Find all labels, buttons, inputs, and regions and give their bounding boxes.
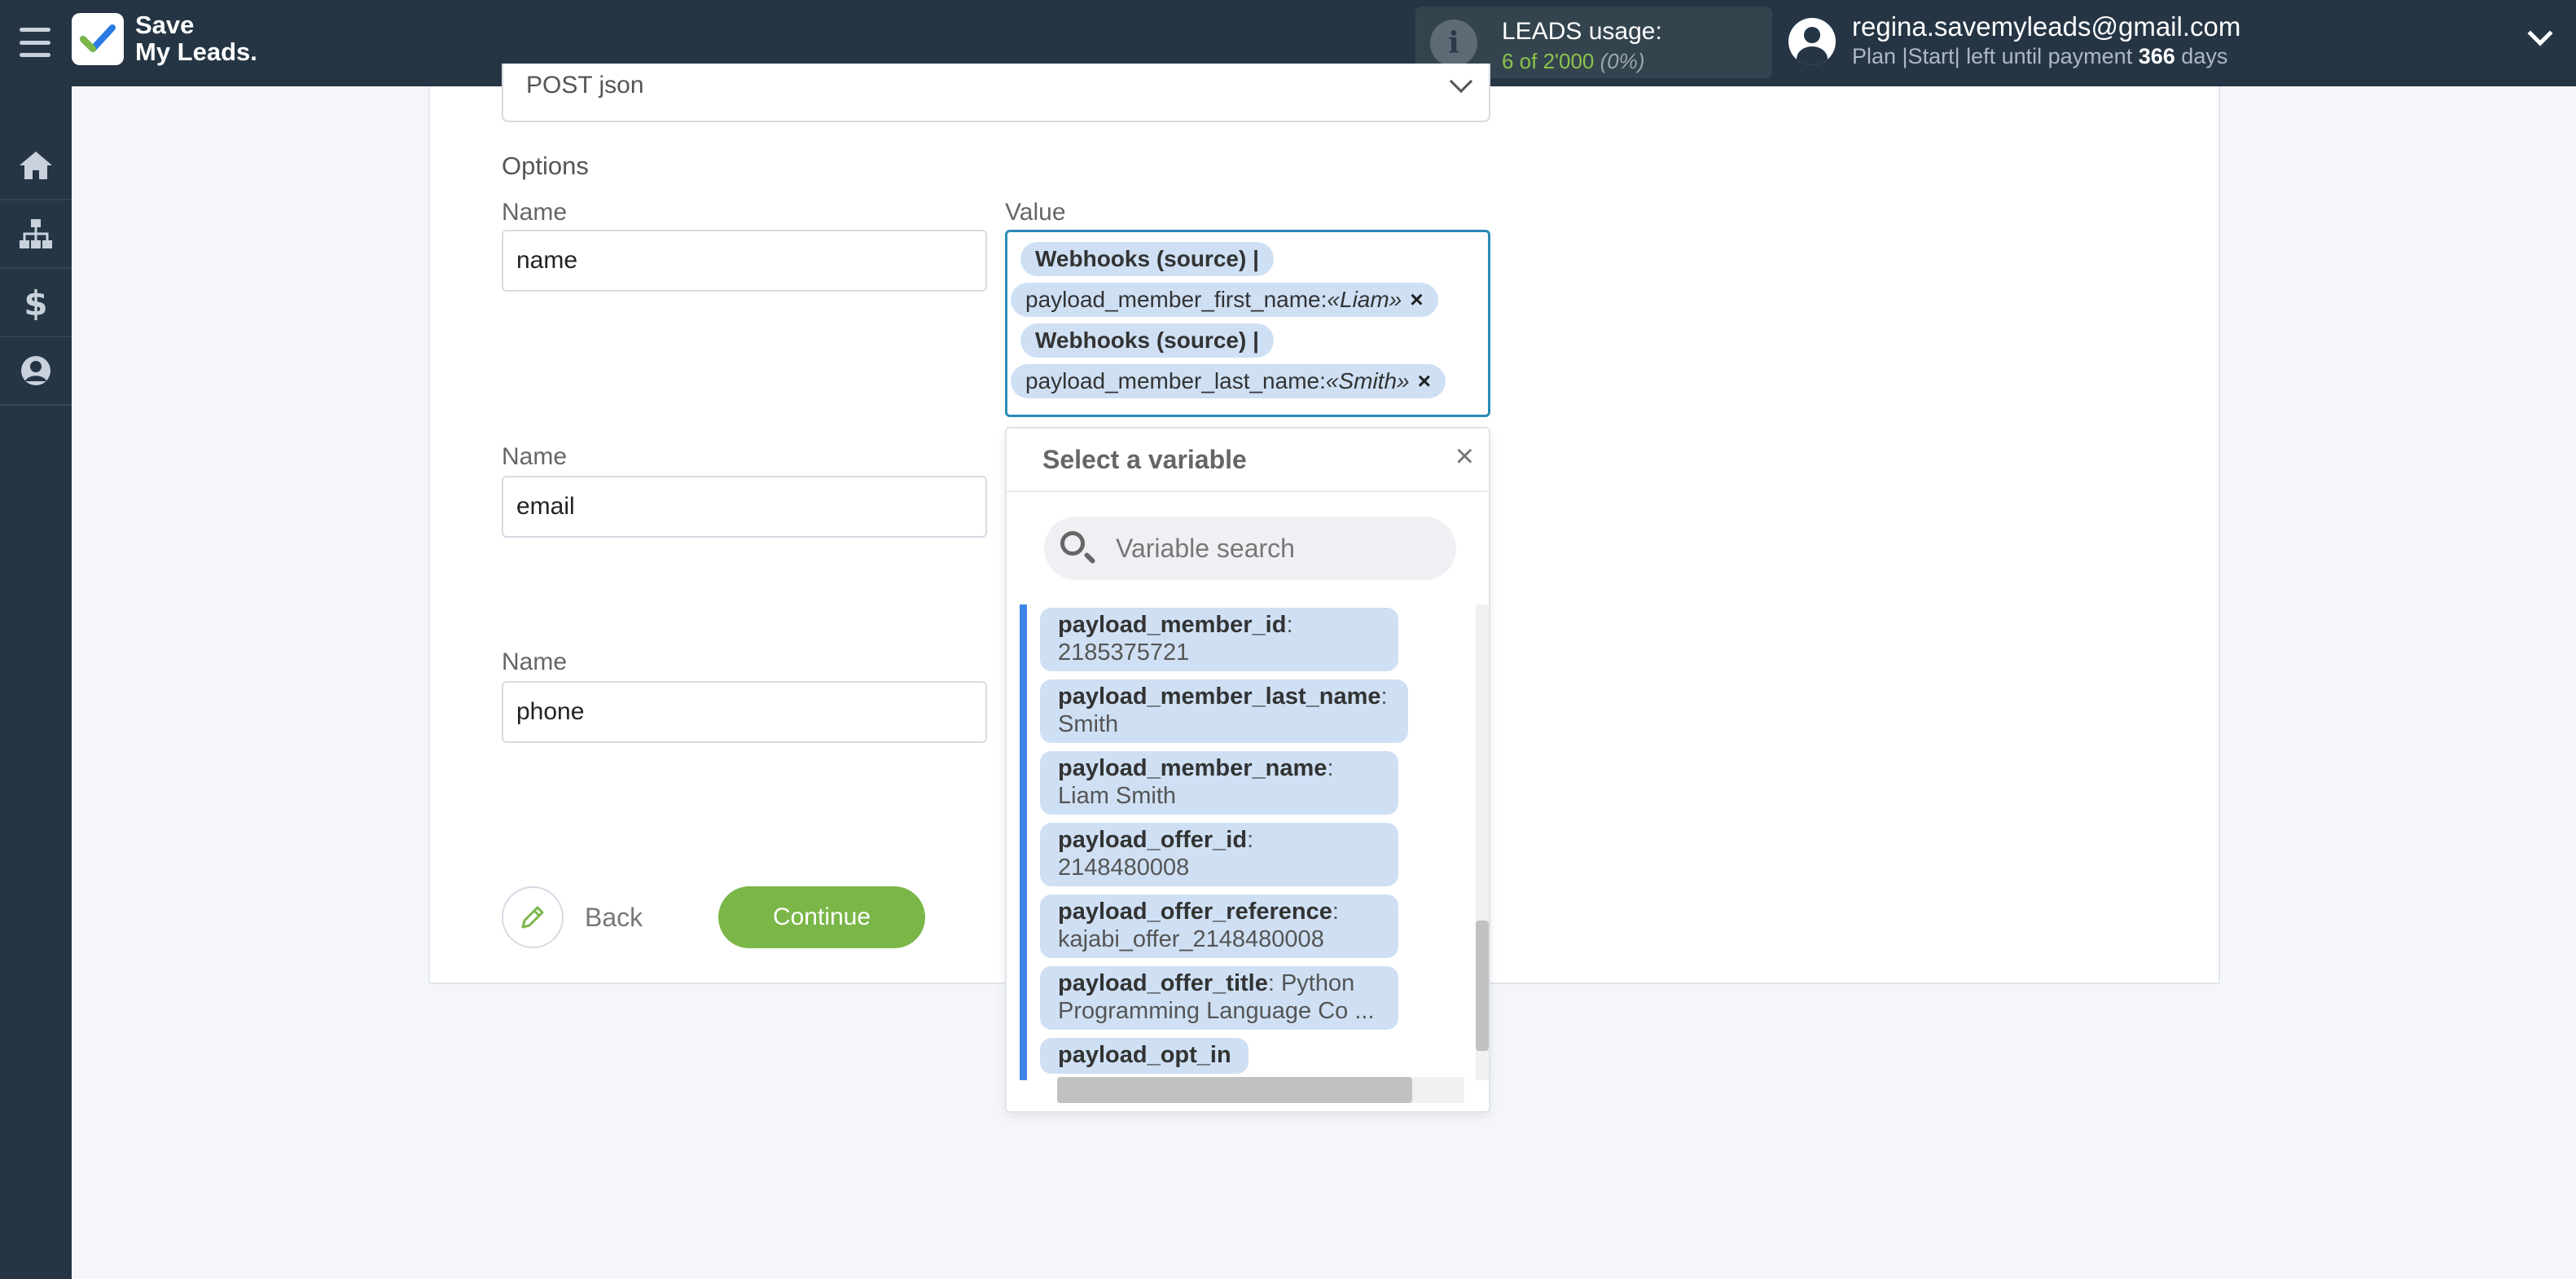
sidebar-item-home[interactable] [0, 132, 72, 200]
tag-source-label: Webhooks (source) | [1035, 327, 1259, 353]
sidebar-item-profile[interactable] [0, 337, 72, 406]
option-name-input[interactable] [502, 230, 987, 292]
variable-search [1044, 516, 1456, 580]
remove-tag-close-icon[interactable]: × [1410, 287, 1423, 313]
dropdown-title: Select a variable [1042, 445, 1247, 474]
value-label: Value [1005, 199, 1066, 226]
user-plan: Plan |Start| left until payment 366 days [1852, 44, 2227, 69]
tag-sample: «Liam» [1327, 287, 1402, 312]
continue-button[interactable]: Continue [718, 886, 925, 948]
options-title: Options [502, 152, 589, 180]
plan-days: 366 [2138, 44, 2175, 68]
svg-text:$: $ [24, 284, 47, 320]
sidebar-item-billing[interactable]: $ [0, 269, 72, 337]
variable-item[interactable]: payload_offer_id: 2148480008 [1040, 823, 1398, 886]
pencil-icon [502, 886, 564, 948]
usage-value: 6 of 2'000 (0%) [1502, 49, 1645, 74]
horizontal-scrollbar-thumb[interactable] [1057, 1077, 1412, 1103]
option-name-input[interactable] [502, 681, 987, 743]
back-button[interactable]: Back [502, 886, 643, 948]
tag-field-name: payload_member_first_name: [1025, 287, 1327, 312]
tag-sample: «Smith» [1325, 368, 1410, 393]
usage-title: LEADS usage: [1502, 18, 1662, 45]
brand-line-2: My Leads. [135, 37, 257, 66]
hamburger-menu-icon[interactable] [20, 28, 50, 57]
dropdown-close-icon[interactable]: × [1455, 440, 1474, 472]
option-value-field[interactable]: Webhooks (source) | payload_member_first… [1005, 230, 1490, 417]
plan-suffix: days [2181, 44, 2228, 68]
sitemap-icon [20, 219, 52, 248]
home-icon [20, 152, 52, 179]
vertical-scrollbar-thumb[interactable] [1476, 921, 1489, 1051]
value-tag-field: payload_member_last_name: «Smith» × [1011, 364, 1446, 398]
variable-item[interactable]: payload_opt_in [1040, 1038, 1249, 1074]
select-variable-dropdown: Select a variable × payload_member_id:21… [1005, 427, 1490, 1113]
tag-source-label: Webhooks (source) | [1035, 246, 1259, 271]
option-name-input[interactable] [502, 476, 987, 538]
sidebar-item-connections[interactable] [0, 200, 72, 269]
request-method-select[interactable]: POST json [502, 64, 1490, 122]
logo-icon[interactable] [72, 13, 124, 65]
variable-item[interactable]: payload_offer_reference: kajabi_offer_214… [1040, 894, 1398, 958]
value-tag-source: Webhooks (source) | [1020, 323, 1274, 358]
value-tag-source: Webhooks (source) | [1020, 242, 1274, 276]
variable-item[interactable]: payload_offer_title: Python Programming L… [1040, 966, 1398, 1030]
account-menu-chevron-down-icon[interactable] [2527, 20, 2553, 46]
name-label: Name [502, 648, 568, 675]
usage-percent: (0%) [1600, 49, 1645, 73]
plan-prefix: Plan |Start| left until payment [1852, 44, 2133, 68]
variable-search-input[interactable] [1116, 528, 1442, 569]
divider [1007, 490, 1489, 492]
info-icon[interactable]: i [1430, 20, 1477, 67]
user-icon [21, 356, 50, 385]
tag-field-name: payload_member_last_name: [1025, 368, 1326, 393]
variable-item[interactable]: payload_member_last_name: Smith [1040, 679, 1408, 743]
user-avatar-icon[interactable] [1788, 18, 1836, 65]
request-method-value: POST json [526, 72, 644, 99]
brand-name: Save My Leads. [135, 11, 257, 65]
usage-count: 6 of 2'000 [1502, 49, 1595, 73]
sidebar: $ [0, 86, 72, 1279]
variable-item[interactable]: payload_member_name: Liam Smith [1040, 751, 1398, 815]
back-label: Back [585, 902, 643, 932]
name-label: Name [502, 199, 568, 226]
name-label: Name [502, 443, 568, 470]
search-icon [1060, 531, 1085, 556]
value-tag-field: payload_member_first_name: «Liam» × [1011, 283, 1438, 317]
brand-line-1: Save [135, 11, 195, 39]
user-email[interactable]: regina.savemyleads@gmail.com [1852, 11, 2240, 42]
chevron-down-icon [1449, 69, 1473, 94]
dollar-icon: $ [24, 284, 47, 320]
variable-item[interactable]: payload_member_id: 2185375721 [1040, 608, 1398, 671]
variable-list[interactable]: payload_member_id: 2185375721 payload_mem… [1020, 604, 1476, 1080]
remove-tag-close-icon[interactable]: × [1418, 368, 1431, 394]
